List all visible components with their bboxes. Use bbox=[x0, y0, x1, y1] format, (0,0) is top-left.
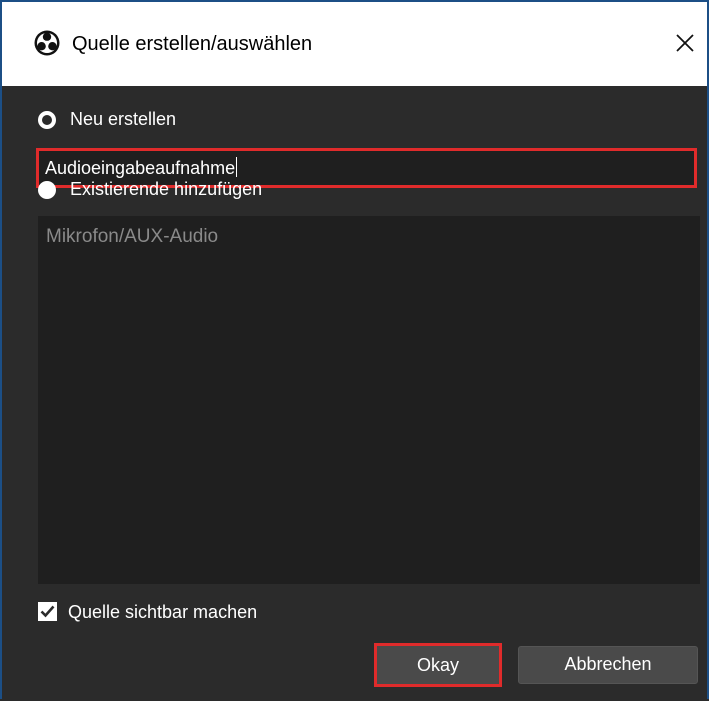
create-new-radio[interactable] bbox=[38, 111, 56, 129]
obs-logo-icon bbox=[34, 30, 60, 56]
existing-source-list[interactable]: Mikrofon/AUX-Audio bbox=[38, 216, 700, 584]
source-name-value: Audioeingabeaufnahme bbox=[45, 158, 236, 178]
visibility-checkbox[interactable] bbox=[38, 602, 57, 621]
dialog-content: Neu erstellen Audioeingabeaufnahme Exist… bbox=[2, 86, 707, 701]
checkmark-icon bbox=[40, 605, 55, 618]
add-existing-label: Existierende hinzufügen bbox=[70, 179, 263, 199]
dialog-title: Quelle erstellen/auswählen bbox=[72, 33, 313, 55]
create-new-label: Neu erstellen bbox=[70, 109, 177, 129]
okay-button[interactable]: Okay bbox=[374, 643, 502, 687]
add-existing-radio[interactable] bbox=[38, 181, 56, 199]
visibility-label: Quelle sichtbar machen bbox=[68, 602, 258, 622]
cancel-button[interactable]: Abbrechen bbox=[518, 646, 698, 684]
title-bar: Quelle erstellen/auswählen bbox=[2, 2, 707, 86]
text-caret bbox=[236, 157, 238, 177]
dialog-window: Quelle erstellen/auswählen Neu erstellen… bbox=[0, 0, 709, 701]
list-item[interactable]: Mikrofon/AUX-Audio bbox=[46, 224, 218, 250]
close-icon[interactable] bbox=[668, 27, 700, 59]
